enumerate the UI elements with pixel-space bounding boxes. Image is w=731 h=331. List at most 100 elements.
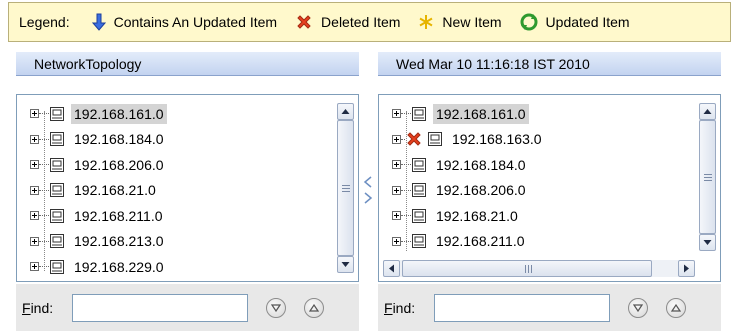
scroll-down-button[interactable]: [337, 256, 354, 273]
vertical-scrollbar[interactable]: [337, 103, 354, 273]
tree-row[interactable]: 192.168.21.0: [27, 178, 328, 204]
triangle-down-icon: [341, 262, 350, 267]
scroll-right-button[interactable]: [678, 260, 695, 277]
expand-icon[interactable]: [30, 134, 39, 144]
node-label[interactable]: 192.168.184.0: [71, 129, 167, 149]
expand-icon[interactable]: [30, 109, 39, 119]
expand-icon[interactable]: [392, 160, 401, 170]
triangle-up-icon: [341, 109, 350, 114]
node-label[interactable]: 192.168.21.0: [71, 180, 159, 200]
expand-icon[interactable]: [392, 185, 401, 195]
scroll-track[interactable]: [400, 260, 678, 277]
node-label[interactable]: 192.168.21.0: [433, 206, 521, 226]
chevron-down-icon: [633, 303, 643, 312]
scroll-track[interactable]: [699, 120, 716, 234]
tree-row[interactable]: 192.168.184.0: [27, 127, 328, 153]
node-label[interactable]: 192.168.184.0: [433, 155, 529, 175]
tree-row[interactable]: 192.168.213.0: [27, 229, 328, 255]
network-node-icon: [412, 157, 426, 172]
panel-title: NetworkTopology: [16, 52, 359, 76]
expand-icon[interactable]: [30, 160, 39, 170]
scroll-up-button[interactable]: [337, 103, 354, 120]
green-refresh-icon: [520, 13, 538, 31]
node-label[interactable]: 192.168.211.0: [71, 206, 166, 226]
chevron-down-icon: [271, 303, 281, 312]
expand-icon[interactable]: [392, 109, 401, 119]
chevron-up-icon: [309, 303, 319, 312]
tree-row[interactable]: 192.168.161.0: [27, 101, 328, 127]
scroll-thumb[interactable]: [402, 260, 652, 277]
find-previous-button[interactable]: [304, 297, 324, 318]
vertical-scrollbar[interactable]: [699, 103, 716, 251]
find-input[interactable]: [72, 293, 248, 322]
tree-row[interactable]: 192.168.163.0: [389, 127, 690, 153]
expand-icon[interactable]: [30, 185, 39, 195]
legend-item-label: Updated Item: [545, 14, 630, 30]
legend-item-deleted: Deleted Item: [295, 13, 400, 31]
tree-row[interactable]: 192.168.161.0: [389, 101, 690, 127]
expand-icon[interactable]: [30, 211, 39, 221]
find-next-button[interactable]: [266, 297, 286, 318]
red-x-icon: [407, 132, 421, 146]
network-node-icon: [50, 259, 64, 274]
node-label[interactable]: 192.168.161.0: [71, 103, 167, 124]
tree-nodes: 192.168.161.0 192.168.184.0 192.168.206.…: [27, 101, 328, 280]
chevron-up-icon: [671, 303, 681, 312]
horizontal-scrollbar[interactable]: [383, 260, 695, 277]
network-node-icon: [50, 208, 64, 223]
network-topology-panel: NetworkTopology 192.168.161.0 192.168.18…: [16, 52, 359, 331]
blue-down-arrow-icon: [91, 13, 106, 31]
legend-item-label: Contains An Updated Item: [113, 14, 278, 30]
red-x-icon: [297, 15, 311, 29]
network-node-icon: [50, 157, 64, 172]
find-next-button[interactable]: [628, 297, 648, 318]
scroll-thumb[interactable]: [699, 120, 716, 234]
node-label[interactable]: 192.168.161.0: [433, 103, 529, 124]
legend-item-label: New Item: [442, 14, 502, 30]
legend-bar: Legend: Contains An Updated Item Deleted…: [8, 2, 731, 42]
node-label[interactable]: 192.168.163.0: [449, 129, 545, 149]
tree-row[interactable]: 192.168.206.0: [27, 152, 328, 178]
tree-row[interactable]: 192.168.211.0: [27, 203, 328, 229]
scroll-track[interactable]: [337, 120, 354, 256]
find-bar: Find:: [16, 284, 359, 331]
yellow-asterisk-icon: [419, 15, 433, 29]
node-label[interactable]: 192.168.206.0: [71, 155, 167, 175]
collapse-left-icon: [363, 176, 372, 188]
collapse-right-icon: [364, 192, 373, 204]
tree-nodes: 192.168.161.0 192.168.163.0 192.168.184.…: [389, 101, 690, 254]
triangle-down-icon: [703, 240, 712, 245]
node-label[interactable]: 192.168.213.0: [71, 231, 167, 251]
scroll-down-button[interactable]: [699, 234, 716, 251]
scroll-thumb[interactable]: [337, 120, 354, 256]
topology-tree[interactable]: 192.168.161.0 192.168.184.0 192.168.206.…: [16, 94, 359, 282]
tree-row[interactable]: 192.168.211.0: [389, 229, 690, 255]
triangle-up-icon: [703, 109, 712, 114]
network-node-icon: [412, 234, 426, 249]
find-label: Find:: [384, 299, 416, 316]
network-node-icon: [50, 132, 64, 147]
tree-row[interactable]: 192.168.229.0: [27, 254, 328, 280]
expand-icon[interactable]: [30, 236, 39, 246]
tree-row[interactable]: 192.168.21.0: [389, 203, 690, 229]
find-input[interactable]: [434, 293, 610, 322]
legend-item-updated-child: Contains An Updated Item: [91, 13, 278, 31]
tree-row[interactable]: 192.168.184.0: [389, 152, 690, 178]
expand-icon[interactable]: [392, 211, 401, 221]
triangle-left-icon: [389, 264, 394, 273]
expand-icon[interactable]: [30, 262, 39, 272]
network-node-icon: [412, 106, 426, 121]
node-label[interactable]: 192.168.211.0: [433, 231, 528, 251]
expand-icon[interactable]: [392, 236, 401, 246]
scroll-up-button[interactable]: [699, 103, 716, 120]
expand-icon[interactable]: [392, 134, 401, 144]
splitter-arrows[interactable]: [362, 176, 374, 216]
scroll-left-button[interactable]: [383, 260, 400, 277]
node-label[interactable]: 192.168.206.0: [433, 180, 529, 200]
node-label[interactable]: 192.168.229.0: [71, 257, 167, 277]
snapshot-tree[interactable]: 192.168.161.0 192.168.163.0 192.168.184.…: [378, 94, 721, 282]
network-node-icon: [412, 208, 426, 223]
find-previous-button[interactable]: [666, 297, 686, 318]
tree-row[interactable]: 192.168.206.0: [389, 178, 690, 204]
legend-item-new: New Item: [418, 14, 502, 30]
